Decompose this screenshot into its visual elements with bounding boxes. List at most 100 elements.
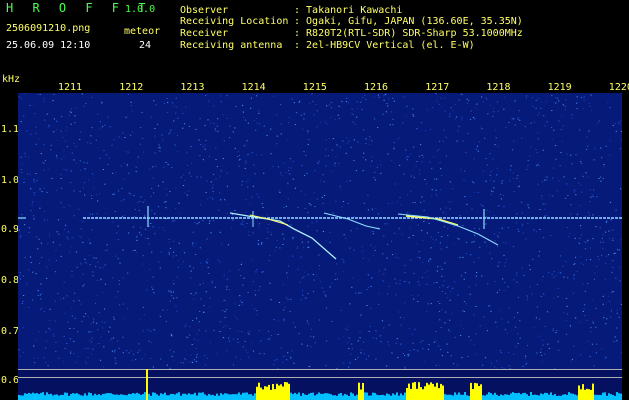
power-bar — [204, 394, 206, 400]
noise-speck — [587, 283, 589, 285]
power-bar — [414, 382, 416, 400]
power-bar — [240, 394, 242, 400]
noise-speck — [210, 197, 212, 198]
power-bar — [494, 392, 496, 400]
power-bar — [206, 395, 208, 400]
x-tick-label: 1218 — [486, 82, 511, 93]
noise-speck — [495, 137, 497, 139]
noise-speck — [357, 356, 359, 358]
noise-speck — [60, 187, 63, 189]
noise-speck — [338, 118, 340, 119]
noise-speck — [356, 101, 358, 103]
noise-speck — [168, 133, 170, 135]
noise-speck — [370, 285, 372, 287]
noise-speck — [347, 202, 349, 204]
noise-speck — [35, 273, 37, 275]
noise-speck — [245, 163, 247, 165]
noise-speck — [105, 212, 107, 214]
noise-speck — [158, 261, 160, 263]
noise-speck — [565, 261, 567, 263]
noise-speck — [572, 292, 574, 294]
noise-speck — [424, 272, 426, 274]
noise-speck — [560, 152, 562, 154]
noise-speck — [40, 153, 42, 155]
noise-speck — [213, 105, 215, 107]
noise-speck — [604, 231, 607, 233]
noise-speck — [285, 205, 287, 207]
noise-speck — [559, 255, 562, 257]
noise-speck — [525, 362, 528, 364]
noise-speck — [290, 224, 292, 226]
power-bar — [568, 392, 570, 400]
noise-speck — [147, 238, 149, 240]
noise-speck — [148, 340, 150, 342]
noise-speck — [254, 294, 257, 296]
noise-speck — [54, 300, 56, 302]
noise-speck — [117, 291, 119, 293]
noise-speck — [440, 327, 442, 329]
x-tick-label: 1216 — [364, 82, 389, 93]
noise-speck — [583, 304, 586, 306]
noise-speck — [154, 128, 156, 130]
noise-speck — [217, 259, 219, 261]
noise-speck — [325, 155, 327, 157]
noise-speck — [467, 356, 469, 357]
power-bar — [286, 382, 288, 400]
noise-speck — [526, 299, 528, 301]
power-bar — [528, 395, 530, 400]
noise-speck — [476, 353, 478, 355]
noise-speck — [400, 324, 402, 326]
noise-speck — [238, 159, 240, 161]
noise-speck — [503, 108, 505, 110]
noise-speck — [385, 93, 387, 95]
noise-speck — [306, 320, 308, 322]
noise-speck — [441, 174, 443, 176]
power-bar — [164, 392, 166, 400]
noise-speck — [485, 223, 487, 225]
noise-speck — [83, 316, 85, 317]
noise-speck — [497, 265, 499, 267]
noise-speck — [405, 156, 407, 158]
noise-speck — [310, 335, 312, 337]
noise-speck — [37, 290, 39, 292]
noise-speck — [535, 149, 537, 150]
noise-speck — [256, 118, 258, 120]
power-bar — [242, 392, 244, 400]
noise-speck — [92, 173, 94, 175]
noise-speck — [527, 160, 529, 161]
noise-speck — [66, 126, 68, 128]
noise-speck — [208, 223, 210, 225]
noise-speck — [538, 165, 540, 166]
power-bar — [342, 395, 344, 400]
noise-speck — [388, 344, 390, 346]
noise-speck — [399, 229, 401, 231]
noise-speck — [351, 348, 353, 350]
noise-speck — [251, 152, 253, 154]
noise-speck — [96, 213, 98, 215]
noise-speck — [21, 213, 23, 215]
noise-speck — [555, 219, 557, 220]
noise-speck — [551, 127, 553, 129]
noise-speck — [152, 288, 154, 290]
noise-speck — [240, 264, 242, 265]
noise-speck — [252, 281, 255, 283]
noise-speck — [536, 306, 539, 308]
noise-speck — [475, 275, 477, 277]
noise-speck — [21, 303, 23, 304]
noise-speck — [328, 104, 330, 106]
noise-speck — [433, 341, 435, 343]
noise-speck — [444, 97, 446, 99]
noise-speck — [480, 204, 482, 206]
power-bar — [236, 394, 238, 400]
noise-speck — [449, 299, 451, 301]
noise-speck — [466, 98, 468, 100]
noise-speck — [388, 324, 390, 326]
noise-speck — [602, 303, 604, 305]
noise-speck — [175, 305, 177, 307]
noise-speck — [247, 332, 249, 334]
noise-speck — [394, 278, 396, 280]
noise-speck — [267, 231, 269, 233]
noise-speck — [123, 199, 125, 201]
noise-speck — [403, 173, 405, 175]
noise-speck — [614, 252, 616, 254]
